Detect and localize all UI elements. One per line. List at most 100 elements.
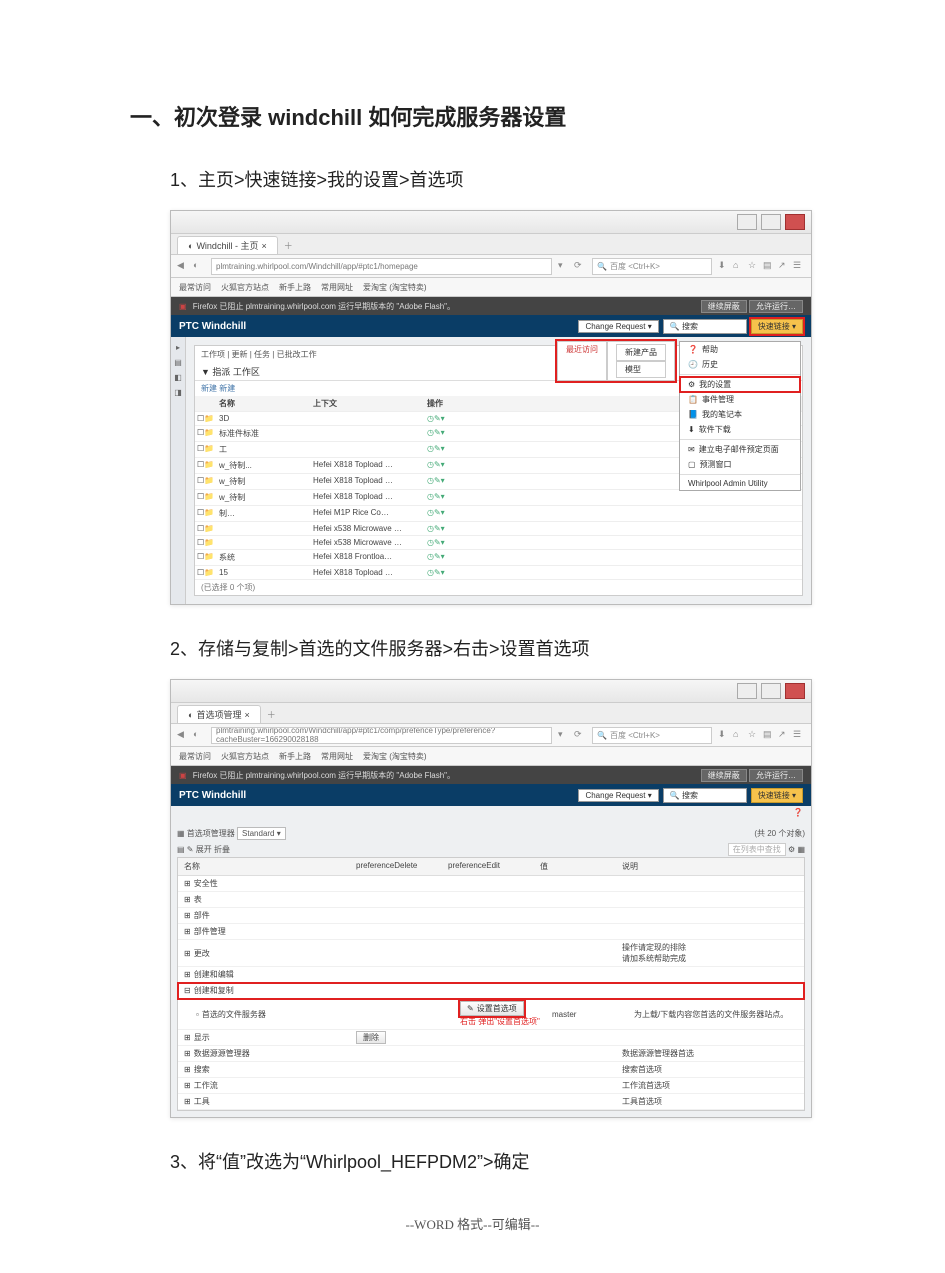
arrow-icon[interactable]: ↗ bbox=[778, 260, 790, 272]
continue-block-button[interactable]: 继续屏蔽 bbox=[701, 769, 747, 782]
nav-icon[interactable]: ◧ bbox=[174, 373, 182, 382]
window-minimize-icon[interactable] bbox=[737, 214, 757, 230]
popup-recent-label[interactable]: 最近访问 bbox=[557, 341, 607, 381]
delete-button[interactable]: 删除 bbox=[356, 1031, 386, 1044]
pref-row[interactable]: ⊞ 部件管理 bbox=[178, 924, 804, 940]
arrow-icon[interactable]: ↗ bbox=[778, 729, 790, 741]
search-input[interactable]: 🔍 搜索 bbox=[663, 319, 747, 334]
pref-row[interactable]: ⊞ 工具工具首选项 bbox=[178, 1094, 804, 1110]
pref-row[interactable]: ⊞ 安全性 bbox=[178, 876, 804, 892]
browser-tab[interactable]: ◐ 首选项管理 × bbox=[177, 705, 261, 723]
reload-icon[interactable]: ⟳ bbox=[574, 729, 586, 741]
pref-row[interactable]: ⊞ 工作流工作流首选项 bbox=[178, 1078, 804, 1094]
app-icon[interactable]: ▤ bbox=[763, 729, 775, 741]
menu-item-help[interactable]: ❓帮助 bbox=[680, 342, 800, 357]
pref-row[interactable]: ⊞ 数据源源管理器数据源源管理器首选 bbox=[178, 1046, 804, 1062]
window-close-icon[interactable] bbox=[785, 683, 805, 699]
back-icon[interactable]: ◀ bbox=[177, 260, 189, 272]
bookmark-item[interactable]: 火狐官方站点 bbox=[221, 751, 269, 762]
pref-row[interactable]: ⊞ 搜索搜索首选项 bbox=[178, 1062, 804, 1078]
toolbar-expand-collapse[interactable]: 展开 折叠 bbox=[196, 845, 230, 854]
continue-block-button[interactable]: 继续屏蔽 bbox=[701, 300, 747, 313]
table-row[interactable]: ☐📁系统Hefei X818 Frontloa…◷✎▾ bbox=[195, 550, 802, 566]
bookmark-item[interactable]: 爱淘宝 (淘宝特卖) bbox=[363, 751, 427, 762]
allow-run-button[interactable]: 允许运行… bbox=[749, 300, 803, 313]
menu-item-history[interactable]: 🕘历史 bbox=[680, 357, 800, 372]
toolbar-icon[interactable]: ▤ bbox=[177, 845, 185, 854]
pref-tool-icon[interactable]: ⚙ bbox=[788, 845, 795, 854]
bookmark-item[interactable]: 最常访问 bbox=[179, 282, 211, 293]
quick-links-button[interactable]: 快速链接 ▾ bbox=[751, 319, 803, 334]
tab-close-icon[interactable]: × bbox=[261, 241, 266, 251]
bookmark-item[interactable]: 爱淘宝 (淘宝特卖) bbox=[363, 282, 427, 293]
table-row[interactable]: ☐📁制…Hefei M1P Rice Co…◷✎▾ bbox=[195, 506, 802, 522]
back-icon[interactable]: ◀ bbox=[177, 729, 189, 741]
download-icon[interactable]: ⬇ bbox=[718, 729, 730, 741]
new-tab-button[interactable]: ＋ bbox=[278, 237, 299, 254]
bookmark-item[interactable]: 最常访问 bbox=[179, 751, 211, 762]
menu-item-profile[interactable]: 📋事件管理 bbox=[680, 392, 800, 407]
menu-item-my-settings[interactable]: ⚙我的设置 bbox=[680, 377, 800, 392]
window-maximize-icon[interactable] bbox=[761, 683, 781, 699]
bookmark-item[interactable]: 火狐官方站点 bbox=[221, 282, 269, 293]
allow-run-button[interactable]: 允许运行… bbox=[749, 769, 803, 782]
pref-row-storage[interactable]: ⊟ 创建和复制 bbox=[178, 983, 804, 999]
bookmark-item[interactable]: 新手上路 bbox=[279, 282, 311, 293]
dropdown-icon[interactable]: ▾ bbox=[558, 729, 570, 741]
nav-icon[interactable]: ▤ bbox=[174, 358, 182, 367]
dropdown-icon[interactable]: ▾ bbox=[558, 260, 570, 272]
menu-icon[interactable]: ☰ bbox=[793, 260, 805, 272]
set-preference-button[interactable]: ✎ 设置首选项 bbox=[460, 1001, 524, 1016]
search-field[interactable]: 🔍 百度 <Ctrl+K> bbox=[592, 727, 712, 744]
menu-icon[interactable]: ☰ bbox=[793, 729, 805, 741]
table-row[interactable]: ☐📁Hefei x538 Microwave …◷✎▾ bbox=[195, 522, 802, 536]
menu-item-email[interactable]: ✉建立电子邮件预定页面 bbox=[680, 442, 800, 457]
plugin-icon: ▣ bbox=[179, 771, 187, 780]
star-icon[interactable]: ☆ bbox=[748, 260, 760, 272]
menu-item-admin[interactable]: Whirlpool Admin Utility bbox=[680, 477, 800, 490]
window-close-icon[interactable] bbox=[785, 214, 805, 230]
bookmark-item[interactable]: 新手上路 bbox=[279, 751, 311, 762]
browser-tab[interactable]: ◐ Windchill - 主页 × bbox=[177, 236, 278, 254]
search-field[interactable]: 🔍 百度 <Ctrl+K> bbox=[592, 258, 712, 275]
url-field[interactable]: plmtraining.whirlpool.com/Windchill/app/… bbox=[211, 258, 552, 275]
pref-row-file-server[interactable]: ▫ 首选的文件服务器 ✎ 设置首选项 右击 弹出"设置首选项" master 为… bbox=[178, 999, 804, 1030]
menu-item-notebook[interactable]: 📘我的笔记本 bbox=[680, 407, 800, 422]
url-field[interactable]: plmtraining.whirlpool.com/Windchill/app/… bbox=[211, 727, 552, 744]
download-icon[interactable]: ⬇ bbox=[718, 260, 730, 272]
pref-row[interactable]: ⊞ 显示删除 bbox=[178, 1030, 804, 1046]
pref-tool-icon[interactable]: ▦ bbox=[797, 845, 805, 854]
bookmark-item[interactable]: 常用网址 bbox=[321, 282, 353, 293]
home-icon[interactable]: ⌂ bbox=[733, 260, 745, 272]
pref-row[interactable]: ⊞ 创建和编辑 bbox=[178, 967, 804, 983]
pref-table-header: 名称 preferenceDelete preferenceEdit 值 说明 bbox=[178, 858, 804, 876]
tab-close-icon[interactable]: × bbox=[244, 710, 249, 720]
bookmarks-bar: 最常访问 火狐官方站点 新手上路 常用网址 爱淘宝 (淘宝特卖) bbox=[171, 747, 811, 766]
pref-row[interactable]: ⊞ 部件 bbox=[178, 908, 804, 924]
home-icon[interactable]: ⌂ bbox=[733, 729, 745, 741]
pref-row[interactable]: ⊞ 更改操作请定现的排除请加系统帮助完成 bbox=[178, 940, 804, 967]
nav-icon[interactable]: ▸ bbox=[176, 343, 180, 352]
pref-find-input[interactable]: 在列表中查找 bbox=[728, 843, 786, 856]
nav-icon[interactable]: ◨ bbox=[174, 388, 182, 397]
star-icon[interactable]: ☆ bbox=[748, 729, 760, 741]
help-icon[interactable]: ❓ bbox=[793, 808, 803, 817]
table-row[interactable]: ☐📁w_待制Hefei X818 Topload …◷✎▾ bbox=[195, 490, 802, 506]
window-minimize-icon[interactable] bbox=[737, 683, 757, 699]
window-maximize-icon[interactable] bbox=[761, 214, 781, 230]
menu-item-report[interactable]: ▢预测窗口 bbox=[680, 457, 800, 472]
quick-links-button[interactable]: 快速链接 ▾ bbox=[751, 788, 803, 803]
new-tab-button[interactable]: ＋ bbox=[261, 706, 282, 723]
reload-icon[interactable]: ⟳ bbox=[574, 260, 586, 272]
app-icon[interactable]: ▤ bbox=[763, 260, 775, 272]
pref-row[interactable]: ⊞ 表 bbox=[178, 892, 804, 908]
search-input[interactable]: 🔍 搜索 bbox=[663, 788, 747, 803]
table-row[interactable]: ☐📁15Hefei X818 Topload …◷✎▾ bbox=[195, 566, 802, 580]
menu-item-download[interactable]: ⬇软件下载 bbox=[680, 422, 800, 437]
bookmark-item[interactable]: 常用网址 bbox=[321, 751, 353, 762]
table-row[interactable]: ☐📁Hefei x538 Microwave …◷✎▾ bbox=[195, 536, 802, 550]
type-select[interactable]: Change Request ▾ bbox=[578, 320, 658, 333]
toolbar-icon[interactable]: ✎ bbox=[187, 845, 194, 854]
pref-view-select[interactable]: Standard ▾ bbox=[237, 827, 286, 840]
type-select[interactable]: Change Request ▾ bbox=[578, 789, 658, 802]
